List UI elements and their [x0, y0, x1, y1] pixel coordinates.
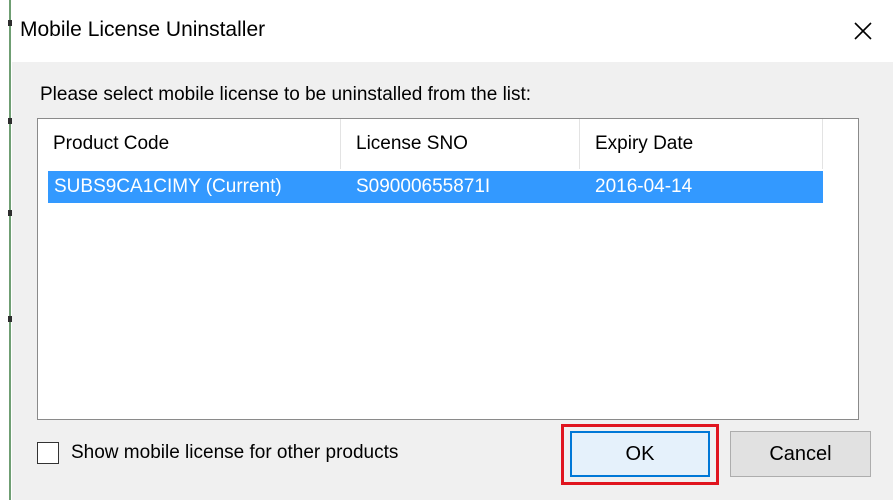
close-button[interactable]	[833, 0, 893, 62]
edge-line	[9, 0, 11, 500]
instruction-text: Please select mobile license to be unins…	[40, 84, 532, 105]
ok-button[interactable]: OK	[570, 431, 710, 477]
dialog-window: Mobile License Uninstaller Please select…	[12, 0, 893, 500]
title-bar[interactable]: Mobile License Uninstaller	[12, 0, 893, 62]
column-header-expiry-date[interactable]: Expiry Date	[580, 119, 823, 169]
close-icon	[854, 22, 872, 40]
cell-license-sno: S09000655871I	[356, 176, 491, 197]
list-row-selected[interactable]: SUBS9CA1CIMY (Current) S09000655871I 201…	[48, 171, 823, 203]
cancel-button[interactable]: Cancel	[730, 431, 871, 477]
background-window-edge	[0, 0, 12, 500]
license-list[interactable]: Product Code License SNO Expiry Date SUB…	[37, 118, 859, 420]
column-header-product-code[interactable]: Product Code	[38, 119, 341, 169]
checkbox-label: Show mobile license for other products	[71, 442, 399, 463]
cell-product-code: SUBS9CA1CIMY (Current)	[54, 176, 282, 197]
column-header-license-sno[interactable]: License SNO	[341, 119, 580, 169]
window-title: Mobile License Uninstaller	[20, 18, 266, 41]
show-other-products-option[interactable]: Show mobile license for other products	[37, 442, 398, 464]
cell-expiry-date: 2016-04-14	[595, 176, 693, 197]
list-header: Product Code License SNO Expiry Date	[38, 119, 858, 169]
show-other-products-checkbox[interactable]	[37, 442, 59, 464]
